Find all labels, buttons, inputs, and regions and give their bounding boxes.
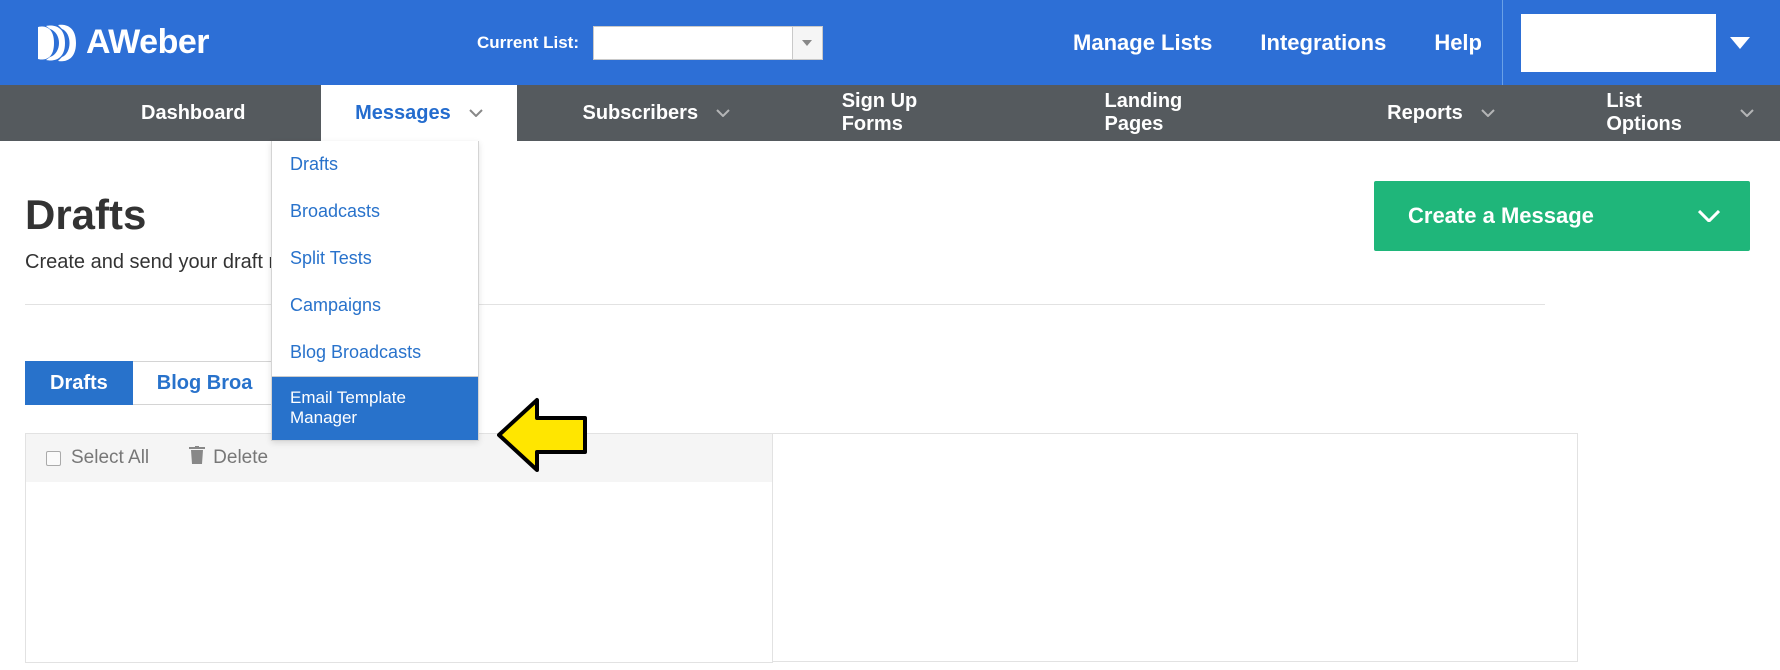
chevron-down-icon [1740, 109, 1754, 117]
nav-messages[interactable]: Messages [321, 85, 517, 141]
topbar: AWeber Current List: Manage Lists Integr… [0, 0, 1780, 85]
integrations-link[interactable]: Integrations [1260, 30, 1386, 56]
account-chevron-icon[interactable] [1730, 37, 1750, 49]
aweber-logo-icon [32, 21, 78, 65]
nav-label: Subscribers [582, 102, 698, 125]
annotation-arrow [497, 392, 589, 483]
tab-drafts[interactable]: Drafts [25, 361, 133, 405]
dropdown-email-template-manager[interactable]: Email Template Manager [272, 377, 478, 440]
nav-label: List Options [1606, 90, 1722, 136]
brand-logo[interactable]: AWeber [32, 21, 209, 65]
account-box[interactable] [1521, 14, 1716, 72]
nav-dashboard[interactable]: Dashboard [115, 85, 271, 141]
content: Drafts Create and send your draft me Cre… [0, 141, 1780, 663]
chevron-down-icon [1481, 109, 1495, 117]
table-body [26, 482, 772, 662]
nav-landing-pages[interactable]: Landing Pages [1078, 85, 1271, 141]
dropdown-broadcasts[interactable]: Broadcasts [272, 188, 478, 235]
chevron-down-icon [802, 40, 812, 46]
manage-lists-link[interactable]: Manage Lists [1073, 30, 1212, 56]
messages-dropdown: Drafts Broadcasts Split Tests Campaigns … [271, 141, 479, 441]
dropdown-blog-broadcasts[interactable]: Blog Broadcasts [272, 329, 478, 376]
top-links: Manage Lists Integrations Help [1073, 30, 1482, 56]
current-list-label: Current List: [477, 33, 579, 53]
preview-pane [773, 433, 1578, 662]
nav-reports[interactable]: Reports [1361, 85, 1521, 141]
select-all[interactable]: Select All [46, 447, 149, 469]
current-list-select[interactable] [593, 26, 823, 60]
chevron-down-icon [1698, 210, 1720, 222]
divider [25, 304, 1545, 305]
select-all-checkbox[interactable] [46, 451, 61, 466]
nav-label: Landing Pages [1104, 90, 1245, 136]
nav-label: Messages [355, 102, 451, 125]
current-list: Current List: [477, 26, 823, 60]
select-all-label: Select All [71, 447, 149, 469]
chevron-down-icon [716, 109, 730, 117]
nav-signup-forms[interactable]: Sign Up Forms [816, 85, 1009, 141]
navbar: Dashboard Messages Subscribers Sign Up F… [0, 85, 1780, 141]
tab-blog-broadcasts[interactable]: Blog Broa [133, 361, 278, 405]
table-left: Select All Delete [25, 433, 773, 663]
current-list-input[interactable] [593, 26, 793, 60]
table-header: Select All Delete [26, 434, 772, 482]
trash-icon [189, 446, 205, 470]
nav-list-options[interactable]: List Options [1580, 85, 1780, 141]
dropdown-campaigns[interactable]: Campaigns [272, 282, 478, 329]
account-separator [1502, 0, 1503, 85]
help-link[interactable]: Help [1434, 30, 1482, 56]
nav-label: Sign Up Forms [842, 90, 983, 136]
table-wrap: Select All Delete [25, 433, 1760, 663]
dropdown-drafts[interactable]: Drafts [272, 141, 478, 188]
nav-label: Dashboard [141, 102, 245, 125]
delete-action[interactable]: Delete [189, 446, 268, 470]
create-message-label: Create a Message [1408, 203, 1594, 229]
dropdown-split-tests[interactable]: Split Tests [272, 235, 478, 282]
create-message-button[interactable]: Create a Message [1374, 181, 1750, 251]
brand-name: AWeber [86, 23, 209, 62]
nav-subscribers[interactable]: Subscribers [556, 85, 756, 141]
chevron-down-icon [469, 109, 483, 117]
delete-label: Delete [213, 447, 268, 469]
current-list-dropdown-button[interactable] [793, 26, 823, 60]
nav-label: Reports [1387, 102, 1463, 125]
